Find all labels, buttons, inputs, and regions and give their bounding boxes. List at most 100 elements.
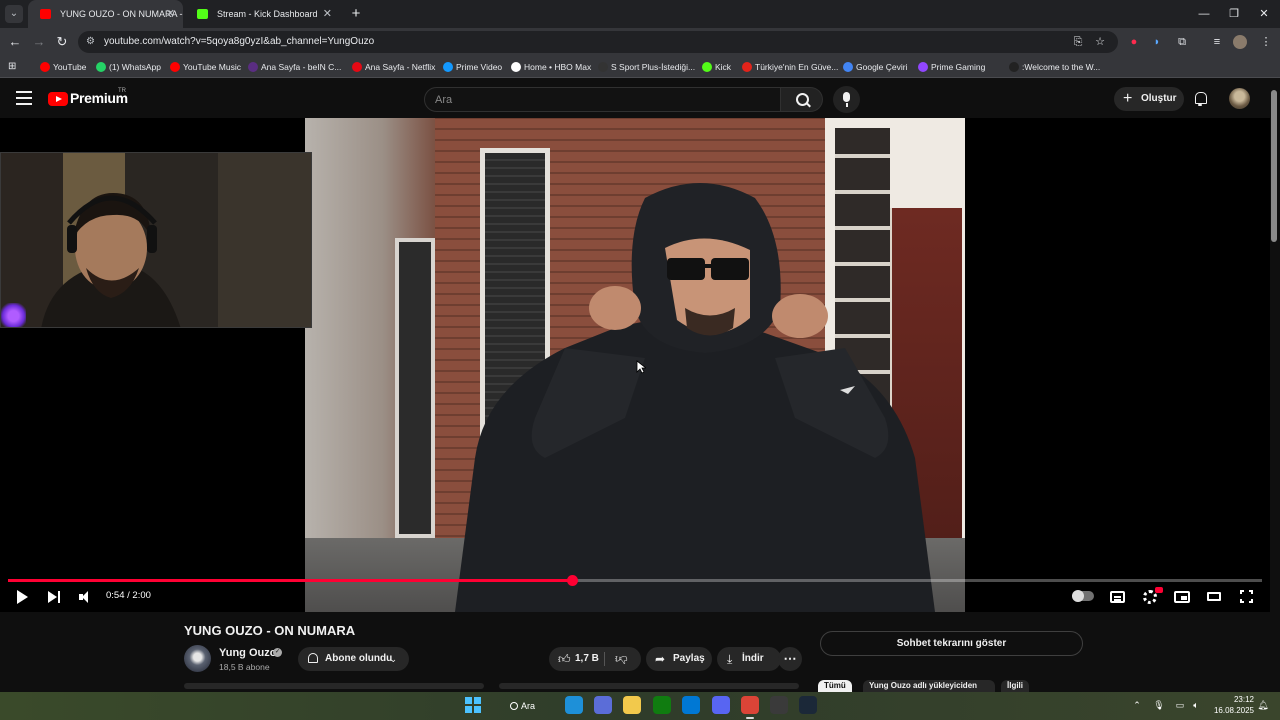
video-frame[interactable]	[305, 118, 965, 612]
tab-search-icon[interactable]: ⌄	[5, 5, 23, 23]
chip-from-uploader[interactable]: Yung Ouzo adlı yükleyiciden	[863, 680, 995, 692]
profile-avatar-icon[interactable]	[1233, 35, 1247, 49]
dislike-thumb-icon[interactable]: 👍︎	[615, 647, 628, 671]
install-app-icon[interactable]: ⎘	[1070, 35, 1086, 49]
bookmark-label: Kick	[715, 62, 732, 72]
video-player[interactable]	[0, 118, 1270, 612]
bookmark-item[interactable]: (1) WhatsApp	[96, 56, 161, 78]
autoplay-toggle[interactable]	[1072, 590, 1094, 602]
tab-youtube[interactable]: YUNG OUZO - ON NUMARA - Y ✕	[28, 0, 183, 28]
back-button[interactable]: ←	[5, 32, 25, 52]
page-scrollbar[interactable]	[1271, 90, 1277, 242]
close-window-button[interactable]: ✕	[1248, 0, 1280, 28]
plus-icon: +	[1123, 90, 1133, 107]
network-icon[interactable]: ▭	[1173, 697, 1187, 713]
close-tab-icon[interactable]: ✕	[166, 0, 175, 28]
browser-menu-icon[interactable]: ⋮	[1258, 35, 1274, 49]
reload-button[interactable]: ↻	[52, 32, 72, 52]
search-box[interactable]	[424, 87, 781, 112]
media-controls-icon[interactable]: ≡	[1209, 35, 1225, 49]
maximize-button[interactable]: ❐	[1218, 0, 1250, 28]
show-chat-replay-button[interactable]: Sohbet tekrarını göster	[820, 631, 1083, 656]
tab-kick-dashboard[interactable]: Stream - Kick Dashboard ✕	[185, 0, 340, 28]
chip-related[interactable]: İlgili	[1001, 680, 1029, 692]
like-thumb-icon[interactable]: 👍︎	[558, 647, 571, 671]
xbox-taskbar-icon[interactable]	[653, 696, 671, 714]
bookmark-item[interactable]: S Sport Plus-İstediği...	[598, 56, 695, 78]
bookmark-item[interactable]: Google Çeviri	[843, 56, 908, 78]
mute-button[interactable]	[78, 589, 94, 605]
description-preview[interactable]	[184, 683, 804, 689]
video-performer	[455, 183, 935, 612]
steam-taskbar-icon[interactable]	[799, 696, 817, 714]
bookmark-item[interactable]: Ana Sayfa - beIN C...	[248, 56, 341, 78]
youtube-logo-icon[interactable]	[48, 92, 68, 106]
share-button[interactable]: ➦ Paylaş	[646, 647, 712, 671]
search-input[interactable]	[425, 88, 780, 111]
windows-start-icon[interactable]	[465, 697, 481, 713]
account-avatar[interactable]	[1229, 88, 1250, 109]
chip-all[interactable]: Tümü	[818, 680, 852, 692]
bookmark-favicon-icon	[843, 62, 853, 72]
play-button[interactable]	[14, 589, 30, 605]
bookmark-item[interactable]: YouTube Music	[170, 56, 241, 78]
volume-icon[interactable]: 🔈︎	[1189, 697, 1203, 713]
bookmark-favicon-icon	[443, 62, 453, 72]
obs-taskbar-icon[interactable]	[770, 696, 788, 714]
discord-taskbar-icon[interactable]	[712, 696, 730, 714]
minimize-button[interactable]: —	[1188, 0, 1220, 28]
bookmark-label: (1) WhatsApp	[109, 62, 161, 72]
more-actions-button[interactable]: ⋯	[778, 647, 802, 671]
search-button[interactable]	[781, 87, 823, 112]
outlook-taskbar-icon[interactable]	[682, 696, 700, 714]
bookmark-star-icon[interactable]: ☆	[1092, 35, 1108, 49]
edge-taskbar-icon[interactable]	[565, 696, 583, 714]
bookmark-item[interactable]: Türkiye'nin En Güve...	[742, 56, 838, 78]
site-info-icon[interactable]: ⚙	[86, 36, 98, 48]
download-button[interactable]: ⤓ İndir	[717, 647, 781, 671]
microphone-icon[interactable]: 🎙︎	[1152, 697, 1166, 713]
file-explorer-taskbar-icon[interactable]	[623, 696, 641, 714]
extensions-puzzle-icon[interactable]: ⧉	[1174, 35, 1190, 49]
channel-avatar[interactable]	[184, 645, 211, 672]
subscriber-count: 18,5 B abone	[219, 662, 270, 672]
chrome-taskbar-icon[interactable]	[741, 696, 759, 719]
notification-center-icon[interactable]: 🔔︎	[1257, 697, 1269, 713]
subtitles-button[interactable]	[1110, 591, 1125, 603]
store-taskbar-icon[interactable]	[594, 696, 612, 714]
bookmark-item[interactable]: YouTube	[40, 56, 86, 78]
channel-name[interactable]: Yung Ouzo	[219, 647, 276, 659]
taskbar-clock[interactable]: 23:12 16.08.2025	[1208, 694, 1254, 716]
theater-mode-button[interactable]	[1207, 592, 1221, 601]
bookmark-item[interactable]: Prime Video	[443, 56, 502, 78]
voice-search-button[interactable]	[833, 86, 860, 113]
miniplayer-button[interactable]	[1174, 591, 1190, 603]
notifications-bell-icon[interactable]	[1193, 91, 1207, 106]
extension-opera-icon[interactable]: ●	[1126, 35, 1142, 49]
apps-grid-icon[interactable]: ⊞	[8, 61, 20, 73]
like-count[interactable]: 1,7 B	[575, 653, 599, 664]
bookmark-item[interactable]: Ana Sayfa - Netflix	[352, 56, 435, 78]
bookmark-favicon-icon	[918, 62, 928, 72]
extension-audio-icon[interactable]: ◗	[1149, 35, 1165, 49]
new-tab-button[interactable]: +	[346, 4, 366, 24]
bookmark-favicon-icon	[96, 62, 106, 72]
fullscreen-button[interactable]	[1240, 590, 1253, 603]
subscribe-button[interactable]: Abone olundu ⌄	[298, 647, 409, 671]
guide-menu-icon[interactable]	[16, 91, 32, 105]
close-tab-icon[interactable]: ✕	[323, 0, 332, 28]
address-bar[interactable]: ⚙ youtube.com/watch?v=5qoya8g0yzI&ab_cha…	[78, 31, 1118, 53]
bookmark-item[interactable]: Kick	[702, 56, 731, 78]
create-button[interactable]: + Oluştur	[1114, 87, 1184, 111]
bookmark-favicon-icon	[1009, 62, 1019, 72]
create-label: Oluştur	[1141, 93, 1177, 104]
forward-button[interactable]: →	[29, 32, 49, 52]
bookmark-item[interactable]: Prime Gaming	[918, 56, 985, 78]
tray-overflow-chevron-icon[interactable]: ⌃	[1131, 697, 1143, 713]
bookmark-item[interactable]: :Welcome to the W...	[1009, 56, 1100, 78]
bookmark-item[interactable]: Home • HBO Max	[511, 56, 591, 78]
video-progress-bar[interactable]	[8, 575, 1262, 586]
taskbar-search[interactable]: Ara	[503, 696, 553, 716]
next-video-button[interactable]	[46, 589, 62, 605]
bookmark-favicon-icon	[352, 62, 362, 72]
